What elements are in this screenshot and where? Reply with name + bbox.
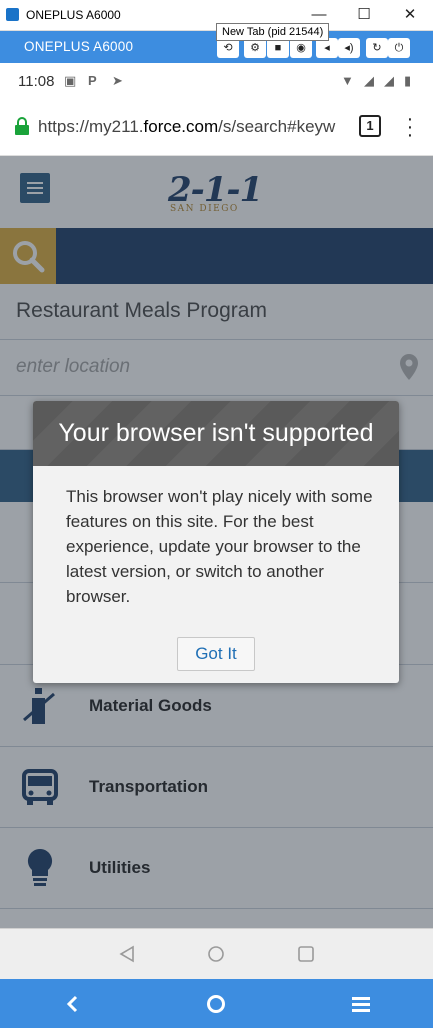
- settings-icon[interactable]: ⚙: [244, 38, 266, 58]
- url-prefix: https://my211.: [38, 117, 144, 136]
- url-domain: force.com: [143, 117, 219, 136]
- status-bar: 11:08 ▣ P ➤ ▼ ◢ ◢ ▮: [0, 63, 433, 99]
- back-triangle-icon[interactable]: [118, 945, 136, 963]
- url-suffix: /s/search#keyw: [218, 117, 336, 136]
- tab-switcher-button[interactable]: 1: [359, 115, 381, 137]
- url-bar: https://my211.force.com/s/search#keyw 1 …: [0, 99, 433, 156]
- maximize-button[interactable]: ☐: [349, 4, 379, 26]
- url-field[interactable]: https://my211.force.com/s/search#keyw: [38, 117, 346, 137]
- volume-down-icon[interactable]: ◂: [316, 38, 338, 58]
- battery-icon: ▮: [404, 73, 412, 88]
- device-name: ONEPLUS A6000: [24, 39, 134, 54]
- tooltip: New Tab (pid 21544): [216, 23, 330, 41]
- overflow-menu-icon[interactable]: · · ·: [404, 109, 416, 145]
- p-icon: P: [88, 73, 97, 88]
- wifi-icon: ▼: [341, 73, 354, 88]
- gallery-icon: ▣: [64, 73, 77, 88]
- signal-2-icon: ◢: [384, 73, 394, 88]
- send-icon: ➤: [112, 73, 123, 88]
- reload-icon[interactable]: ↻: [366, 38, 388, 58]
- rotate-icon[interactable]: ⟲: [217, 38, 239, 58]
- dialog-title: Your browser isn't supported: [58, 419, 374, 447]
- signal-icon: ◢: [364, 73, 374, 88]
- close-button[interactable]: ✕: [395, 4, 425, 26]
- browser-unsupported-dialog: Your browser isn't supported This browse…: [33, 401, 399, 683]
- home-icon[interactable]: [205, 993, 227, 1015]
- volume-up-icon[interactable]: ◂): [338, 38, 360, 58]
- power-icon[interactable]: ⏻: [388, 38, 410, 58]
- recents-square-icon[interactable]: [297, 945, 315, 963]
- menu-icon[interactable]: [350, 994, 372, 1014]
- home-circle-icon[interactable]: [207, 945, 225, 963]
- status-time: 11:08: [18, 73, 55, 90]
- window-title: ONEPLUS A6000: [26, 8, 121, 22]
- lock-icon: [15, 117, 29, 135]
- android-nav-bar: [0, 928, 433, 979]
- got-it-button[interactable]: Got It: [177, 637, 255, 671]
- emulator-bottom-bar: [0, 979, 433, 1028]
- video-icon[interactable]: ■: [267, 38, 289, 58]
- back-arrow-icon[interactable]: [63, 994, 83, 1014]
- app-icon: [6, 8, 19, 21]
- camera-icon[interactable]: ◉: [290, 38, 312, 58]
- dialog-message: This browser won't play nicely with some…: [66, 487, 373, 606]
